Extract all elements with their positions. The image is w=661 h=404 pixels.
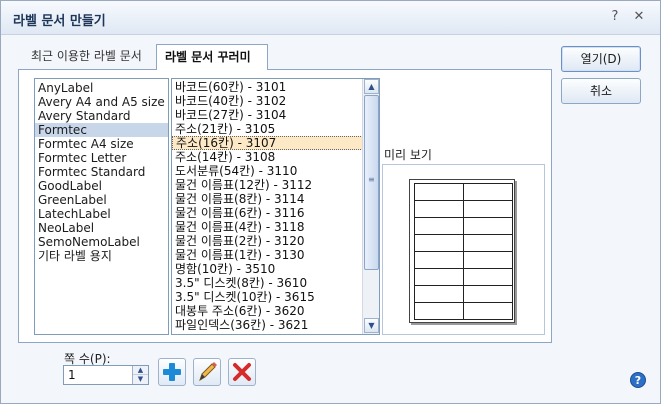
preview-label-cell bbox=[463, 285, 513, 303]
vendor-item[interactable]: Formtec A4 size bbox=[35, 137, 168, 151]
preview-label-cell bbox=[414, 251, 464, 269]
product-item[interactable]: 물건 이름표(4칸) - 3118 bbox=[172, 220, 379, 234]
vendor-item[interactable]: 기타 라벨 용지 bbox=[35, 249, 168, 263]
product-item[interactable]: 주소(16칸) - 3107 bbox=[172, 136, 379, 150]
preview-label: 미리 보기 bbox=[384, 148, 432, 162]
stepper-buttons: ▲ ▼ bbox=[132, 366, 148, 384]
scroll-up-button[interactable]: ▲ bbox=[364, 79, 379, 94]
preview-label-cell bbox=[414, 183, 464, 201]
vendor-item[interactable]: GreenLabel bbox=[35, 193, 168, 207]
vendor-item[interactable]: Formtec bbox=[35, 123, 168, 137]
product-item[interactable]: 3.5" 디스켓(8칸) - 3610 bbox=[172, 276, 379, 290]
vendor-item[interactable]: Formtec Letter bbox=[35, 151, 168, 165]
vendor-item[interactable]: SemoNemoLabel bbox=[35, 235, 168, 249]
cancel-button[interactable]: 취소 bbox=[561, 78, 641, 104]
dialog-title: 라벨 문서 만들기 bbox=[13, 14, 106, 29]
preview-label-cell bbox=[414, 200, 464, 218]
vendor-list[interactable]: AnyLabel Avery A4 and A5 size Avery Standa… bbox=[34, 78, 169, 335]
tab-label-bundle[interactable]: 라벨 문서 꾸러미 bbox=[156, 44, 268, 70]
title-bar: 라벨 문서 만들기 ? ✕ bbox=[1, 1, 660, 35]
open-button[interactable]: 열기(D) bbox=[561, 46, 641, 72]
product-item[interactable]: 명함(10칸) - 3510 bbox=[172, 262, 379, 276]
preview-label-cell bbox=[463, 183, 513, 201]
delete-button[interactable] bbox=[228, 358, 256, 386]
product-item[interactable]: 물건 이름표(6칸) - 3116 bbox=[172, 206, 379, 220]
product-item[interactable]: 물건 이름표(1칸) - 3130 bbox=[172, 248, 379, 262]
product-item[interactable]: 3.5" 디스켓(10칸) - 3615 bbox=[172, 290, 379, 304]
edit-button[interactable] bbox=[193, 358, 221, 386]
product-item[interactable]: 대봉투 주소(6칸) - 3620 bbox=[172, 304, 379, 318]
close-button[interactable]: ✕ bbox=[630, 9, 648, 24]
help-title-button[interactable]: ? bbox=[606, 9, 624, 24]
product-item[interactable]: 바코드(40칸) - 3102 bbox=[172, 94, 379, 108]
preview-label-cell bbox=[414, 285, 464, 303]
product-item[interactable]: 바코드(27칸) - 3104 bbox=[172, 108, 379, 122]
preview-label-cell bbox=[463, 234, 513, 252]
preview-label-cell bbox=[414, 217, 464, 235]
product-list[interactable]: 바코드(60칸) - 3101 바코드(40칸) - 3102 바코드(27칸) -… bbox=[171, 78, 380, 335]
vendor-item[interactable]: AnyLabel bbox=[35, 81, 168, 95]
product-item[interactable]: 물건 이름표(8칸) - 3114 bbox=[172, 192, 379, 206]
delete-x-icon bbox=[233, 363, 251, 381]
preview-label-cell bbox=[463, 268, 513, 286]
add-button[interactable] bbox=[158, 358, 186, 386]
product-item[interactable]: 물건 이름표(2칸) - 3120 bbox=[172, 234, 379, 248]
preview-label-cell bbox=[463, 217, 513, 235]
vendor-item[interactable]: LatechLabel bbox=[35, 207, 168, 221]
page-count-value[interactable]: 1 bbox=[68, 368, 76, 382]
product-item[interactable]: 바코드(60칸) - 3101 bbox=[172, 80, 379, 94]
preview-label-cell bbox=[463, 302, 513, 320]
scroll-down-button[interactable]: ▼ bbox=[364, 318, 379, 333]
tab-recent-labels[interactable]: 최근 이용한 라벨 문서 bbox=[23, 46, 150, 68]
stepper-up-button[interactable]: ▲ bbox=[133, 366, 148, 375]
vendor-item[interactable]: Avery A4 and A5 size bbox=[35, 95, 168, 109]
product-scrollbar[interactable]: ▲ ≡ ▼ bbox=[362, 79, 379, 334]
preview-paper bbox=[409, 179, 515, 323]
page-count-stepper[interactable]: 1 ▲ ▼ bbox=[63, 365, 149, 385]
help-button[interactable]: ? bbox=[630, 372, 646, 388]
product-item[interactable]: 물건 이름표(12칸) - 3112 bbox=[172, 178, 379, 192]
product-item[interactable]: 파일인덱스(36칸) - 3621 bbox=[172, 318, 379, 332]
preview-label-cell bbox=[463, 251, 513, 269]
vendor-item[interactable]: Formtec Standard bbox=[35, 165, 168, 179]
product-item[interactable]: 도서분류(54칸) - 3110 bbox=[172, 164, 379, 178]
label-document-dialog: 라벨 문서 만들기 ? ✕ 최근 이용한 라벨 문서 라벨 문서 꾸러미 Any… bbox=[0, 0, 661, 404]
scroll-grip-icon: ≡ bbox=[368, 175, 375, 184]
preview-label-cell bbox=[414, 302, 464, 320]
vendor-item[interactable]: GoodLabel bbox=[35, 179, 168, 193]
preview-label-cell bbox=[463, 200, 513, 218]
scroll-thumb[interactable]: ≡ bbox=[364, 95, 379, 270]
vendor-item[interactable]: Avery Standard bbox=[35, 109, 168, 123]
preview-label-cell bbox=[414, 234, 464, 252]
stepper-down-button[interactable]: ▼ bbox=[133, 375, 148, 384]
pencil-icon bbox=[199, 362, 217, 382]
plus-icon bbox=[163, 363, 181, 381]
product-item[interactable]: 주소(14칸) - 3108 bbox=[172, 150, 379, 164]
preview-label-cell bbox=[414, 268, 464, 286]
product-item[interactable]: 주소(21칸) - 3105 bbox=[172, 122, 379, 136]
vendor-item[interactable]: NeoLabel bbox=[35, 221, 168, 235]
